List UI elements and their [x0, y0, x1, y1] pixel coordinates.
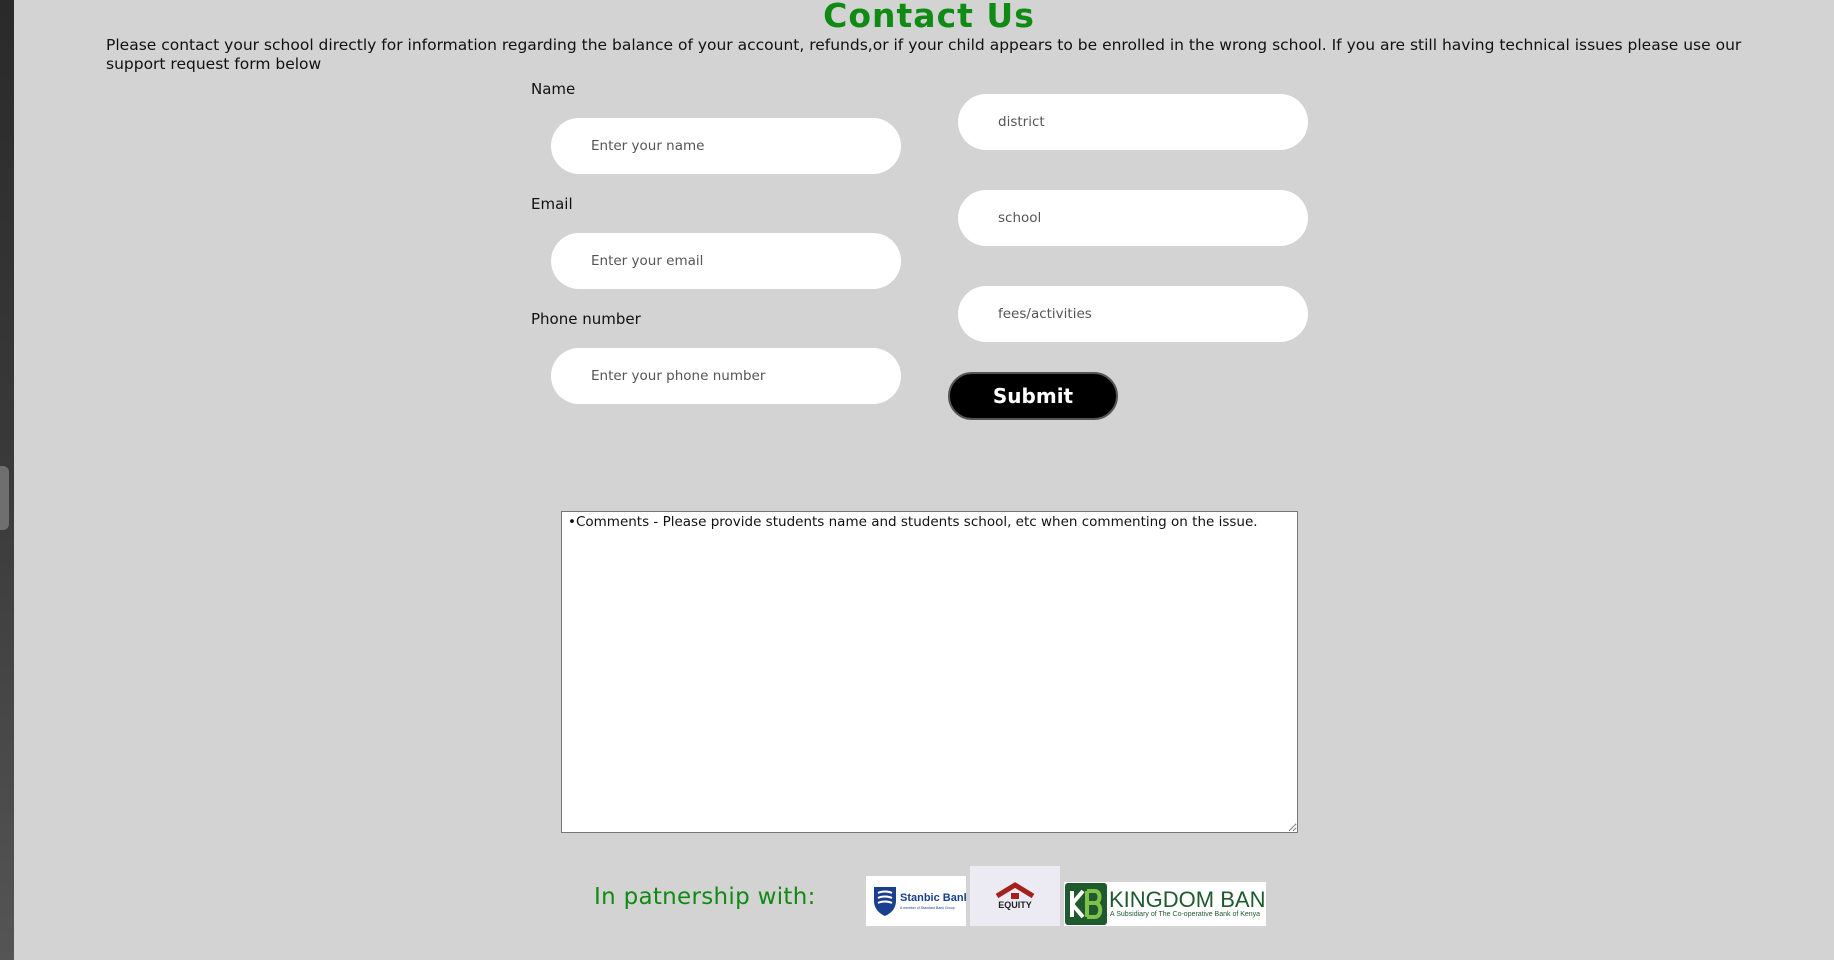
window-edge [0, 0, 14, 960]
partners-label: In patnership with: [594, 884, 816, 910]
school-input[interactable] [958, 190, 1308, 246]
email-input[interactable] [551, 233, 901, 289]
stanbic-shield-icon [874, 887, 896, 916]
equity-name: EQUITY [998, 900, 1032, 910]
name-label: Name [531, 80, 576, 98]
phone-label: Phone number [531, 310, 641, 328]
comments-textarea[interactable] [561, 511, 1298, 833]
page-title: Contact Us [823, 0, 1035, 35]
equity-bank-logo: EQUITY [970, 866, 1060, 926]
stanbic-tagline: A member of Standard Bank Group [900, 906, 955, 910]
kingdom-bank-logo: KINGDOM BANK A Subsidiary of The Co-oper… [1064, 882, 1266, 926]
kingdom-tagline: A Subsidiary of The Co-operative Bank of… [1110, 911, 1261, 918]
kingdom-name: KINGDOM BANK [1109, 887, 1266, 912]
submit-button[interactable]: Submit [948, 372, 1118, 420]
stanbic-name: Stanbic Bank [900, 892, 966, 904]
phone-input[interactable] [551, 348, 901, 404]
intro-text: Please contact your school directly for … [106, 36, 1742, 73]
side-panel-handle[interactable] [0, 466, 9, 530]
name-input[interactable] [551, 118, 901, 174]
fees-activities-input[interactable] [958, 286, 1308, 342]
stanbic-bank-logo: Stanbic Bank A member of Standard Bank G… [866, 876, 966, 926]
email-label: Email [531, 195, 573, 213]
equity-house-icon [995, 882, 1035, 899]
district-input[interactable] [958, 94, 1308, 150]
kingdom-kb-icon [1065, 883, 1107, 925]
